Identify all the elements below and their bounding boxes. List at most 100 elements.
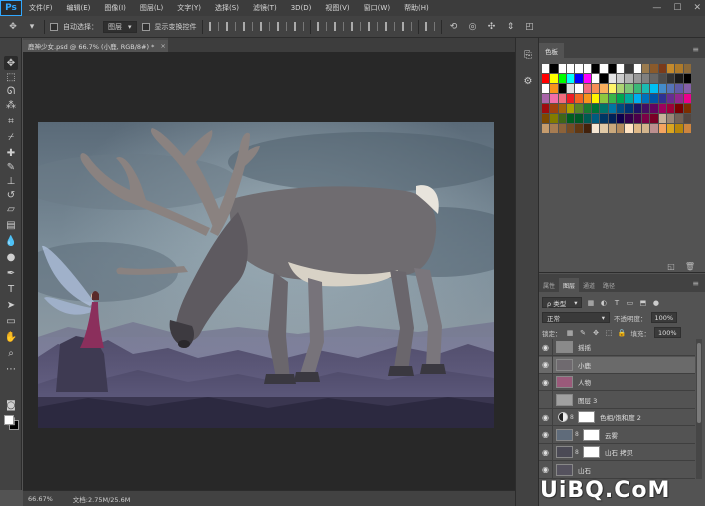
color-swatch[interactable] (633, 114, 641, 123)
minimize-icon[interactable]: — (652, 3, 661, 13)
distribute-left-icon[interactable] (367, 22, 378, 31)
color-swatch[interactable] (675, 84, 683, 93)
menu-select[interactable]: 选择(S) (208, 3, 246, 13)
color-swatch[interactable] (583, 84, 591, 93)
color-swatch[interactable] (616, 104, 625, 113)
foreground-color-swatch[interactable] (4, 415, 14, 425)
menu-3d[interactable]: 3D(D) (284, 4, 319, 12)
color-swatch[interactable] (558, 64, 566, 73)
color-swatch[interactable] (558, 84, 566, 93)
align-top-icon[interactable] (208, 22, 219, 31)
color-swatch[interactable] (542, 114, 550, 123)
color-swatch[interactable] (583, 104, 591, 113)
color-swatch[interactable] (583, 114, 591, 123)
filter-adjustment-icon[interactable]: ◐ (599, 298, 608, 307)
color-swatch[interactable] (583, 64, 591, 73)
close-icon[interactable]: ✕ (693, 3, 701, 13)
color-swatch[interactable] (575, 94, 583, 103)
layer-row[interactable]: ◉ 摇摇 (539, 338, 695, 356)
color-swatch[interactable] (550, 104, 558, 113)
distribute-bottom-icon[interactable] (350, 22, 361, 31)
color-swatch[interactable] (675, 64, 683, 73)
color-swatch[interactable] (616, 84, 625, 93)
layer-thumbnail[interactable] (556, 428, 573, 441)
pen-tool-icon[interactable]: ✒ (4, 266, 18, 280)
3d-roll-icon[interactable]: ◎ (466, 20, 480, 34)
magic-wand-tool-icon[interactable]: ⁂ (4, 98, 18, 112)
opacity-input[interactable]: 100% (650, 312, 678, 323)
align-bottom-icon[interactable] (242, 22, 253, 31)
color-swatch[interactable] (591, 114, 600, 123)
visibility-eye-icon[interactable]: ◉ (539, 426, 553, 443)
3d-slide-icon[interactable]: ⇕ (504, 20, 518, 34)
color-swatch[interactable] (641, 94, 650, 103)
mask-link-icon[interactable]: 8 (575, 431, 581, 438)
color-swatch[interactable] (650, 124, 658, 133)
trash-icon[interactable]: 🗑 (685, 262, 695, 271)
clone-stamp-tool-icon[interactable]: ⊥ (4, 174, 18, 188)
color-swatch[interactable] (658, 124, 666, 133)
history-brush-tool-icon[interactable]: ↺ (4, 188, 18, 202)
color-swatch[interactable] (683, 124, 691, 133)
color-swatch[interactable] (658, 64, 666, 73)
hand-tool-icon[interactable]: ✋ (4, 330, 18, 344)
color-swatch[interactable] (566, 94, 575, 103)
color-swatch[interactable] (633, 124, 641, 133)
brush-tool-icon[interactable]: ✎ (4, 160, 18, 174)
color-swatch[interactable] (550, 84, 558, 93)
color-swatch[interactable] (616, 114, 625, 123)
align-vcenter-icon[interactable] (225, 22, 236, 31)
rectangle-tool-icon[interactable]: ▭ (4, 314, 18, 328)
color-swatch[interactable] (633, 84, 641, 93)
auto-select-checkbox[interactable] (50, 22, 58, 31)
lock-artboard-icon[interactable]: ⬚ (605, 328, 614, 337)
color-swatch[interactable] (641, 104, 650, 113)
color-swatch[interactable] (608, 94, 616, 103)
color-swatch[interactable] (683, 114, 691, 123)
color-swatch[interactable] (666, 94, 675, 103)
color-swatch[interactable] (575, 74, 583, 83)
color-swatch[interactable] (666, 114, 675, 123)
color-swatch[interactable] (675, 114, 683, 123)
color-swatch[interactable] (625, 104, 633, 113)
auto-align-icon[interactable] (424, 22, 435, 31)
color-swatch[interactable] (625, 84, 633, 93)
move-tool-icon[interactable]: ✥ (6, 20, 20, 34)
color-swatch[interactable] (625, 114, 633, 123)
color-swatch[interactable] (550, 74, 558, 83)
maximize-icon[interactable]: ☐ (673, 3, 681, 13)
color-swatch[interactable] (600, 84, 608, 93)
quick-mask-icon[interactable]: ◙ (4, 398, 18, 412)
color-swatch[interactable] (650, 64, 658, 73)
blur-tool-icon[interactable]: 💧 (4, 234, 18, 248)
document-canvas[interactable] (38, 122, 494, 428)
color-swatch[interactable] (658, 74, 666, 83)
color-swatch[interactable] (625, 74, 633, 83)
properties-panel-icon[interactable]: ⚙ (521, 74, 535, 88)
tab-swatches[interactable]: 色板 (539, 43, 564, 58)
color-swatch[interactable] (666, 74, 675, 83)
color-swatch[interactable] (633, 94, 641, 103)
marquee-tool-icon[interactable]: ⬚ (4, 70, 18, 84)
color-swatch[interactable] (600, 124, 608, 133)
color-swatch[interactable] (591, 124, 600, 133)
color-swatch[interactable] (608, 64, 616, 73)
color-swatch[interactable] (575, 114, 583, 123)
color-swatch[interactable] (633, 64, 641, 73)
color-swatch[interactable] (683, 94, 691, 103)
color-swatch[interactable] (658, 94, 666, 103)
color-swatch[interactable] (650, 94, 658, 103)
distribute-top-icon[interactable] (316, 22, 327, 31)
color-swatch[interactable] (591, 104, 600, 113)
color-swatch[interactable] (566, 64, 575, 73)
color-swatch[interactable] (558, 74, 566, 83)
color-swatch[interactable] (542, 104, 550, 113)
color-swatch[interactable] (575, 64, 583, 73)
color-swatch[interactable] (591, 94, 600, 103)
show-transform-checkbox[interactable] (141, 22, 150, 31)
type-tool-icon[interactable]: T (4, 282, 18, 296)
color-swatch[interactable] (542, 124, 550, 133)
color-swatch[interactable] (583, 74, 591, 83)
lasso-tool-icon[interactable]: ᘏ (4, 84, 18, 98)
layer-row[interactable]: ◉ 8 色相/饱和度 2 (539, 408, 695, 426)
